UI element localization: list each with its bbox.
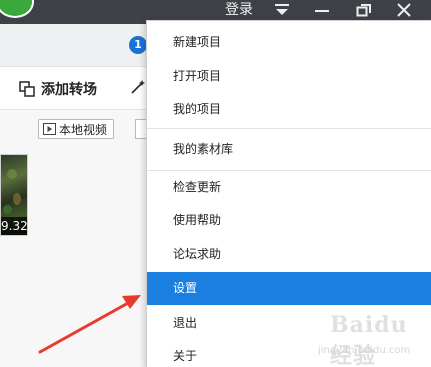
thumbnail-duration: 9.32 xyxy=(1,217,28,235)
notification-badge[interactable]: 1 xyxy=(129,36,147,54)
menu-item-help[interactable]: 使用帮助 xyxy=(147,204,431,237)
restore-icon[interactable] xyxy=(352,0,376,20)
play-icon xyxy=(43,123,56,135)
menu-item-settings[interactable]: 设置 xyxy=(147,272,431,305)
main-dropdown-menu: 新建项目 打开项目 我的项目 我的素材库 检查更新 使用帮助 论坛求助 设置 退… xyxy=(146,20,431,367)
menu-item-check-update[interactable]: 检查更新 xyxy=(147,171,431,204)
menu-item-exit[interactable]: 退出 xyxy=(147,307,431,340)
menu-item-forum-help[interactable]: 论坛求助 xyxy=(147,238,431,271)
menu-separator xyxy=(147,128,431,129)
transition-icon xyxy=(19,81,35,97)
menu-item-new-project[interactable]: 新建项目 xyxy=(147,26,431,59)
menu-item-my-materials[interactable]: 我的素材库 xyxy=(147,133,431,166)
app-window: 登录 1 添加转场 本地视频 9.32 新建项目 打开项目 我的项目 我的素材库… xyxy=(0,0,431,367)
dropdown-arrow-icon[interactable] xyxy=(270,0,294,20)
close-icon[interactable] xyxy=(392,0,416,20)
app-logo-icon xyxy=(0,0,34,18)
video-thumbnail[interactable]: 9.32 xyxy=(0,154,28,236)
menu-item-open-project[interactable]: 打开项目 xyxy=(147,60,431,93)
magic-wand-icon[interactable] xyxy=(130,79,146,95)
menu-item-about[interactable]: 关于 xyxy=(147,340,431,367)
add-transition-label: 添加转场 xyxy=(41,82,97,98)
add-transition-button[interactable]: 添加转场 xyxy=(19,79,97,99)
login-link[interactable]: 登录 xyxy=(225,1,253,19)
local-video-label: 本地视频 xyxy=(59,122,108,137)
menu-item-my-projects[interactable]: 我的项目 xyxy=(147,93,431,126)
minimize-icon[interactable] xyxy=(310,0,334,20)
local-video-button[interactable]: 本地视频 xyxy=(38,119,115,139)
